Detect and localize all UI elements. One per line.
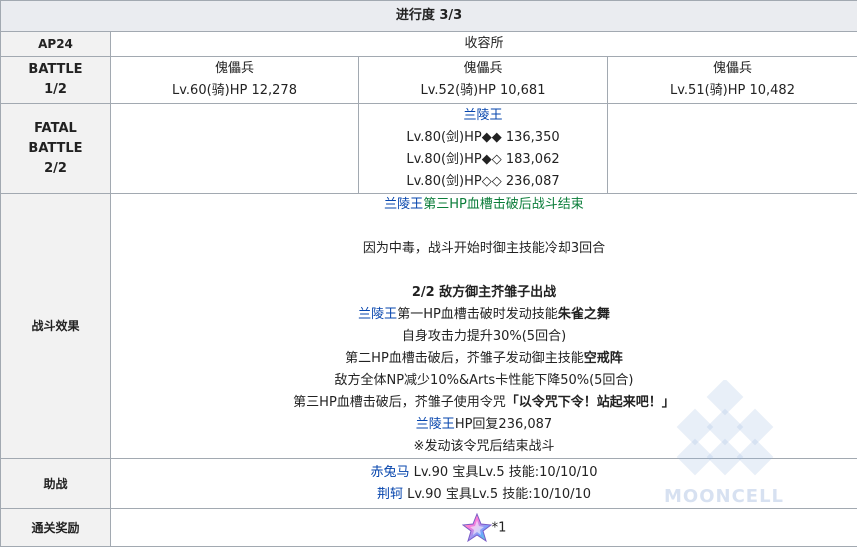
effect-line-6: 第二HP血槽击破后，芥雏子发动御主技能空戒阵	[345, 351, 623, 366]
support-row: 荆轲 Lv.90 宝具Lv.5 技能:10/10/10	[376, 486, 592, 502]
saint-quartz-icon[interactable]	[461, 512, 492, 543]
empty-cell	[607, 103, 857, 194]
enemy-name: 傀儡兵	[712, 61, 752, 76]
effect-line-8: 第三HP血槽击破后，芥雏子使用令咒「以令咒下令！站起来吧！」	[293, 395, 675, 410]
effect-line-5: 自身攻击力提升30%(5回合)	[401, 329, 567, 344]
fatal-battle-label: FATAL BATTLE 2/2	[0, 103, 111, 194]
servant-link[interactable]: 兰陵王	[358, 307, 397, 322]
battle-effects-cell: 兰陵王第三HP血槽击破后战斗结束 因为中毒，战斗开始时御主技能冷却3回合 2/2…	[110, 193, 857, 459]
fatal-battle-title: FATAL BATTLE	[28, 120, 83, 156]
servant-link[interactable]: 兰陵王	[416, 417, 455, 432]
boss-hp-bar-3: Lv.80(剑)HP◇◇ 236,087	[406, 173, 560, 189]
reward-label: 通关奖励	[0, 508, 111, 547]
reward-cell: *1	[110, 508, 857, 547]
battle-index: 1/2	[44, 82, 67, 97]
servant-link[interactable]: 兰陵王	[384, 197, 423, 212]
effect-line-1: 兰陵王第三HP血槽击破后战斗结束	[384, 197, 584, 212]
enemy-stat: Lv.52(骑)HP 10,681	[420, 83, 546, 98]
battle-title: BATTLE	[28, 62, 83, 77]
progress-header: 进行度 3/3	[0, 0, 857, 32]
ap-label: AP24	[0, 31, 111, 57]
enemy-cell-1: 傀儡兵 Lv.60(骑)HP 12,278	[110, 56, 359, 104]
enemy-stat: Lv.60(骑)HP 12,278	[172, 83, 297, 98]
boss-cell: 兰陵王 Lv.80(剑)HP◆◆ 136,350 Lv.80(剑)HP◆◇ 18…	[358, 103, 608, 194]
skill-name: 朱雀之舞	[557, 307, 610, 322]
boss-link[interactable]: 兰陵王	[363, 105, 603, 127]
support-cell: 赤兔马 Lv.90 宝具Lv.5 技能:10/10/10 荆轲 Lv.90 宝具…	[110, 458, 857, 509]
support-servant-link[interactable]: 赤兔马	[370, 465, 409, 480]
boss-hp-bar-1: Lv.80(剑)HP◆◆ 136,350	[406, 129, 560, 145]
reward-count: *1	[491, 520, 507, 535]
boss-hp-bar-2: Lv.80(剑)HP◆◇ 183,062	[406, 151, 560, 167]
command-spell-text: 「以令咒下令！站起来吧！」	[505, 395, 675, 410]
fatal-battle-index: 2/2	[44, 160, 67, 176]
enemy-name: 傀儡兵	[463, 61, 503, 76]
support-servant-link[interactable]: 荆轲	[377, 487, 403, 502]
battle-effects-label: 战斗效果	[0, 193, 111, 459]
battle-label: BATTLE 1/2	[0, 56, 111, 104]
enemy-stat: Lv.51(骑)HP 10,482	[670, 83, 795, 98]
enemy-name: 傀儡兵	[214, 61, 254, 76]
effect-line-2: 因为中毒，战斗开始时御主技能冷却3回合	[362, 241, 606, 256]
effect-line-7: 敌方全体NP减少10%&Arts卡性能下降50%(5回合)	[334, 373, 634, 388]
support-row: 赤兔马 Lv.90 宝具Lv.5 技能:10/10/10	[370, 464, 598, 480]
effect-line-3: 2/2 敌方御主芥雏子出战	[411, 285, 557, 300]
empty-cell	[110, 103, 359, 194]
effect-line-4: 兰陵王第一HP血槽击破时发动技能朱雀之舞	[358, 307, 610, 322]
skill-name: 空戒阵	[583, 351, 623, 366]
effect-line-10: ※发动该令咒后结束战斗	[413, 439, 555, 454]
effect-line-9: 兰陵王HP回复236,087	[415, 417, 553, 432]
support-label: 助战	[0, 458, 111, 509]
location-cell: 收容所	[110, 31, 857, 57]
quest-table: 进行度 3/3 AP24 收容所 BATTLE 1/2 傀儡兵 Lv.60(骑)…	[0, 0, 857, 547]
enemy-cell-3: 傀儡兵 Lv.51(骑)HP 10,482	[607, 56, 857, 104]
enemy-cell-2: 傀儡兵 Lv.52(骑)HP 10,681	[358, 56, 608, 104]
